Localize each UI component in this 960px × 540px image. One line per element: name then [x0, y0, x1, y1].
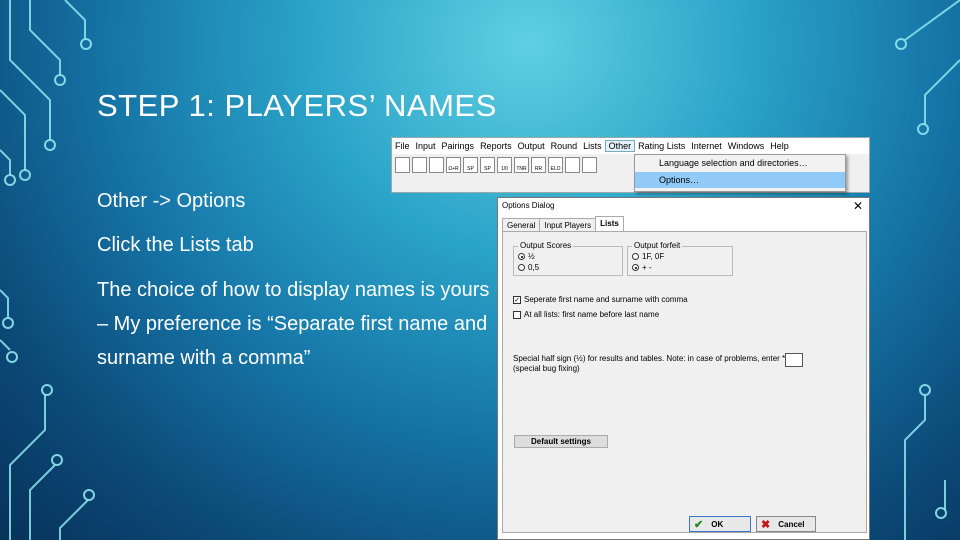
print-icon[interactable] [565, 157, 580, 173]
ok-button[interactable]: ✔ OK [689, 516, 751, 532]
menu-lists[interactable]: Lists [580, 141, 605, 151]
output-scores-group: Output Scores ½ 0,5 [513, 241, 623, 276]
toolbar-button-6[interactable]: SP [480, 157, 495, 173]
check-icon: ✔ [694, 518, 704, 531]
half-sign-input[interactable] [785, 353, 803, 367]
half-sign-label: Special half sign (½) for results and ta… [513, 354, 786, 373]
close-icon: ✖ [761, 518, 771, 531]
open-folder-icon[interactable] [412, 157, 427, 173]
menu-pairings[interactable]: Pairings [439, 141, 478, 151]
menu-output[interactable]: Output [515, 141, 548, 151]
radio-decimal[interactable]: 0,5 [518, 263, 539, 272]
slide-title: STEP 1: PLAYERS’ NAMES [97, 88, 497, 123]
menu-item-language[interactable]: Language selection and directories… [635, 155, 845, 171]
menu-item-options[interactable]: Options… [635, 172, 845, 188]
checkbox-empty-icon [513, 310, 521, 319]
print-preview-icon[interactable] [582, 157, 597, 173]
radio-button-icon [518, 264, 525, 271]
dialog-title: Options Dialog [502, 201, 555, 210]
menu-help[interactable]: Help [767, 141, 792, 151]
toolbar-button-7[interactable]: 1/0 [497, 157, 512, 173]
toolbar: Ω+R SP SP 1/0 TNR RR ELO [392, 154, 635, 176]
close-icon[interactable]: ✕ [853, 199, 863, 213]
default-settings-button[interactable]: Default settings [514, 435, 608, 448]
menu-other[interactable]: Other [604, 140, 636, 152]
menu-bar: File Input Pairings Reports Output Round… [392, 138, 869, 154]
toolbar-button-8[interactable]: TNR [514, 157, 529, 173]
output-forfeit-group: Output forfeit 1F, 0F + - [627, 241, 733, 276]
radio-forfeit-1f[interactable]: 1F, 0F [632, 252, 664, 261]
toolbar-button-10[interactable]: ELO [548, 157, 563, 173]
cancel-button[interactable]: ✖ Cancel [756, 516, 816, 532]
app-menubar-screenshot: File Input Pairings Reports Output Round… [391, 137, 870, 193]
menu-input[interactable]: Input [413, 141, 439, 151]
menu-windows[interactable]: Windows [725, 141, 768, 151]
radio-forfeit-plus-minus[interactable]: + - [632, 263, 652, 272]
toolbar-button-9[interactable]: RR [531, 157, 546, 173]
radio-button-icon [632, 253, 639, 260]
tab-lists[interactable]: Lists [595, 216, 624, 232]
radio-button-icon [518, 253, 525, 260]
first-name-before-last-checkbox[interactable]: At all lists: first name before last nam… [513, 310, 659, 319]
toolbar-button-4[interactable]: Ω+R [446, 157, 461, 173]
slide: STEP 1: PLAYERS’ NAMES Other -> Options … [0, 0, 960, 540]
bullet-name-choice: The choice of how to display names is yo… [97, 279, 490, 369]
new-file-icon[interactable] [395, 157, 410, 173]
output-scores-label: Output Scores [518, 241, 574, 250]
toolbar-button-5[interactable]: SP [463, 157, 478, 173]
other-menu-dropdown: Language selection and directories… Opti… [634, 154, 846, 192]
separate-name-checkbox[interactable]: ✓ Seperate first name and surname with c… [513, 295, 688, 304]
menu-internet[interactable]: Internet [688, 141, 725, 151]
check-icon: ✓ [513, 295, 521, 304]
radio-half[interactable]: ½ [518, 252, 535, 261]
bullet-lists-tab: Click the Lists tab [97, 234, 254, 256]
menu-round[interactable]: Round [548, 141, 581, 151]
menu-file[interactable]: File [392, 141, 413, 151]
radio-button-icon [632, 264, 639, 271]
options-dialog: Options Dialog ✕ General Input Players L… [497, 197, 870, 540]
menu-rating-lists[interactable]: Rating Lists [635, 141, 688, 151]
output-forfeit-label: Output forfeit [632, 241, 683, 250]
save-icon[interactable] [429, 157, 444, 173]
lists-tab-panel: Output Scores ½ 0,5 Output forfeit 1F, 0… [502, 231, 867, 533]
menu-reports[interactable]: Reports [477, 141, 515, 151]
